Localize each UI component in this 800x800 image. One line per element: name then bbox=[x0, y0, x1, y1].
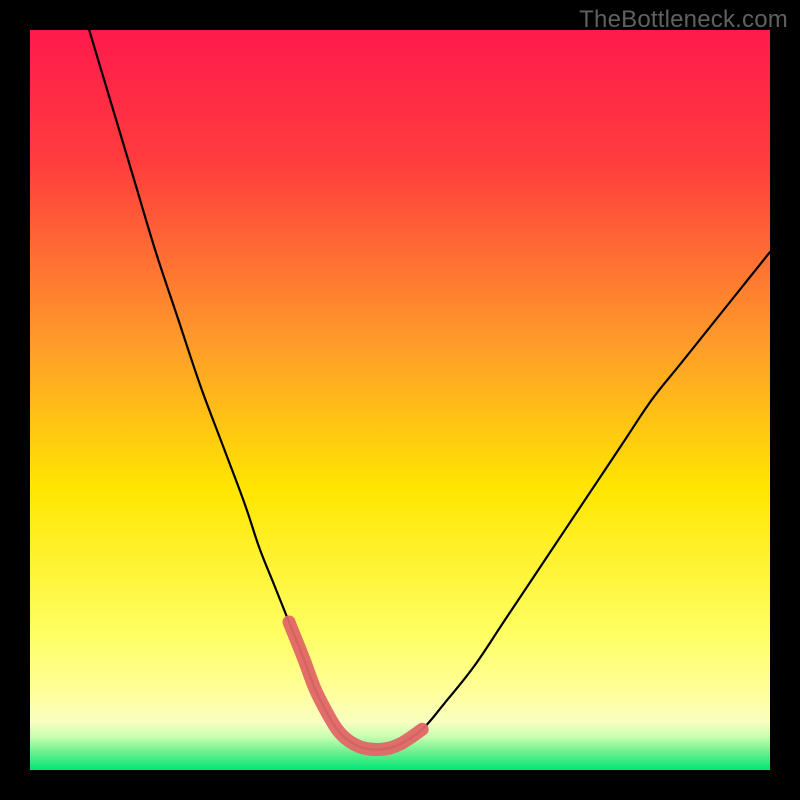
chart-frame: TheBottleneck.com bbox=[0, 0, 800, 800]
bottleneck-curve bbox=[30, 30, 770, 770]
curve-path bbox=[89, 30, 770, 750]
watermark-text: TheBottleneck.com bbox=[579, 6, 788, 34]
plot-area bbox=[30, 30, 770, 770]
highlight-path bbox=[289, 622, 422, 750]
